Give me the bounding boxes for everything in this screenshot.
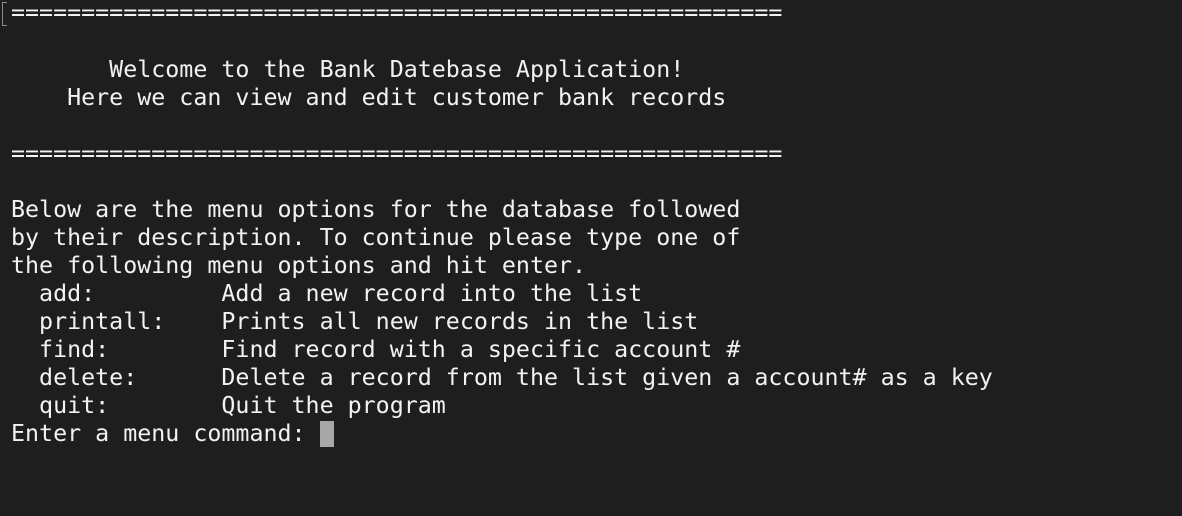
command-prompt-line[interactable]: Enter a menu command: bbox=[11, 420, 1182, 448]
selection-bracket-mark bbox=[2, 2, 7, 26]
menu-description: Find record with a specific account # bbox=[221, 336, 741, 363]
intro-line-2: by their description. To continue please… bbox=[11, 224, 741, 251]
intro-line-3: the following menu options and hit enter… bbox=[11, 252, 587, 279]
menu-description: Add a new record into the list bbox=[221, 280, 643, 307]
welcome-line-2: Here we can view and edit customer bank … bbox=[11, 84, 727, 111]
terminal-window[interactable]: ========================================… bbox=[0, 0, 1182, 516]
menu-command: add: bbox=[11, 280, 222, 307]
menu-item-printall: printall: Prints all new records in the … bbox=[11, 308, 1182, 336]
menu-description: Delete a record from the list given a ac… bbox=[221, 364, 993, 391]
welcome-line-1: Welcome to the Bank Datebase Application… bbox=[11, 56, 685, 83]
menu-item-delete: delete: Delete a record from the list gi… bbox=[11, 364, 1182, 392]
menu-command: find: bbox=[11, 336, 222, 363]
menu-item-quit: quit: Quit the program bbox=[11, 392, 1182, 420]
menu-command: delete: bbox=[11, 364, 222, 391]
intro-line-1: Below are the menu options for the datab… bbox=[11, 196, 741, 223]
menu-description: Prints all new records in the list bbox=[221, 308, 699, 335]
divider-top: ========================================… bbox=[11, 0, 783, 26]
command-prompt: Enter a menu command: bbox=[11, 420, 320, 447]
menu-description: Quit the program bbox=[221, 392, 446, 419]
menu-command: quit: bbox=[11, 392, 222, 419]
menu-item-add: add: Add a new record into the list bbox=[11, 280, 1182, 308]
divider-bottom: ========================================… bbox=[11, 140, 783, 167]
text-cursor[interactable] bbox=[319, 421, 334, 447]
menu-item-find: find: Find record with a specific accoun… bbox=[11, 336, 1182, 364]
menu-command: printall: bbox=[11, 308, 222, 335]
